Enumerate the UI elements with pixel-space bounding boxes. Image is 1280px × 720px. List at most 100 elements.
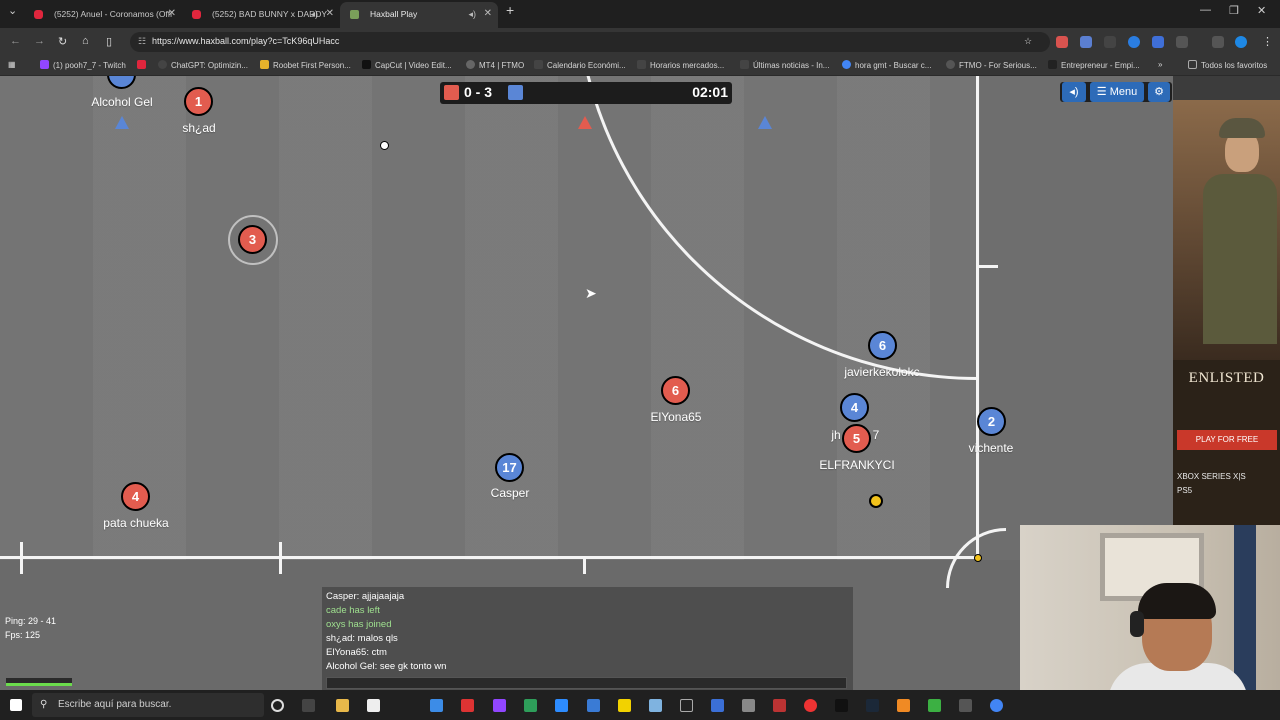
fps-readout: Fps: 125 (5, 630, 41, 640)
bookmarks-bar: ▦ (1) pooh7_7 - Twitch ChatGPT: Optimizi… (0, 56, 1280, 76)
sticky-notes-icon[interactable] (618, 699, 631, 712)
translate-icon[interactable] (1080, 36, 1092, 48)
app-icon[interactable] (897, 699, 910, 712)
sound-icon[interactable]: ◂) (1062, 82, 1086, 102)
browser-tab-bar: ⌄ (5252) Anuel - Coronamos (Offi ✕ (5252… (0, 0, 1280, 28)
chat-system-message: cade has left (326, 605, 380, 616)
restore-icon[interactable]: ❐ (1229, 4, 1239, 17)
app-icon[interactable] (773, 699, 786, 712)
url-text[interactable]: https://www.haxball.com/play?c=TcK96qUHa… (152, 36, 339, 46)
ad-banner[interactable]: ENLISTED PLAY FOR FREE XBOX SERIES X|S P… (1173, 100, 1280, 525)
edge-icon[interactable] (430, 699, 443, 712)
tab-bad-bunny[interactable]: (5252) BAD BUNNY x DADDY ◂) ✕ (182, 3, 340, 25)
mouse-cursor-icon: ➤ (585, 285, 597, 301)
more-menu-icon[interactable]: ⋮ (1262, 35, 1273, 48)
bookmark-item[interactable]: Roobet First Person... (260, 60, 351, 70)
omnibox[interactable]: ☷ https://www.haxball.com/play?c=TcK96qU… (130, 32, 1050, 52)
chat-input[interactable] (326, 677, 847, 689)
zoom-icon[interactable] (555, 699, 568, 712)
app-icon[interactable] (649, 699, 662, 712)
bookmark-item[interactable]: Entrepreneur - Empi... (1048, 60, 1140, 70)
bookmark-item[interactable]: (1) pooh7_7 - Twitch (40, 60, 126, 70)
bookmark-item[interactable]: Calendario Económi... (534, 60, 626, 70)
bookmark-item[interactable]: MT4 | FTMO (466, 60, 524, 70)
more-bookmarks-button[interactable]: » (1158, 60, 1162, 69)
site-info-icon[interactable]: ☷ (138, 36, 146, 47)
split-view-icon[interactable]: ▯ (106, 35, 112, 48)
haxball-game[interactable]: 0 - 3 02:01 ◂) ☰ Menu ⚙ Alcohol Gel 1 sh… (0, 76, 1173, 690)
notepad-icon[interactable] (367, 699, 380, 712)
minecraft-icon[interactable] (928, 699, 941, 712)
back-icon[interactable]: ← (10, 35, 21, 47)
app-icon[interactable] (959, 699, 972, 712)
tab-haxball[interactable]: Haxball Play ◂) ✕ (340, 2, 498, 28)
all-favorites-button[interactable]: Todos los favoritos (1188, 60, 1267, 70)
app-icon[interactable] (461, 699, 474, 712)
bookmark-label: Todos los favoritos (1201, 61, 1268, 70)
extension-icon[interactable] (1056, 36, 1068, 48)
tab-search-icon[interactable]: ⌄ (8, 4, 17, 17)
close-tab-icon[interactable]: ✕ (326, 3, 334, 25)
task-view-icon[interactable] (302, 699, 315, 712)
tab-anuel[interactable]: (5252) Anuel - Coronamos (Offi ✕ (24, 3, 182, 25)
bookmark-item[interactable]: CapCut | Video Edit... (362, 60, 452, 70)
minimize-icon[interactable]: — (1200, 4, 1211, 16)
app-icon[interactable] (587, 699, 600, 712)
steam-icon[interactable] (866, 699, 879, 712)
app-icon[interactable] (711, 699, 724, 712)
extension-icon[interactable] (1128, 36, 1140, 48)
globe-icon (466, 60, 475, 69)
app-icon[interactable] (524, 699, 537, 712)
profile-avatar[interactable] (1235, 36, 1247, 48)
extensions-puzzle-icon[interactable] (1176, 36, 1188, 48)
forward-icon[interactable]: → (34, 35, 45, 47)
chat-message: sh¿ad: malos qls (326, 633, 398, 644)
roobet-icon (260, 60, 269, 69)
taskbar-search[interactable]: ⚲ Escribe aquí para buscar. (32, 693, 264, 717)
downloads-icon[interactable] (1212, 36, 1224, 48)
speaker-icon: ◂) (310, 9, 318, 19)
gear-icon[interactable]: ⚙ (1148, 82, 1170, 102)
player-name: sh¿ad (182, 121, 216, 135)
extension-icon[interactable] (1104, 36, 1116, 48)
twitch-icon[interactable] (493, 699, 506, 712)
apps-grid-icon[interactable]: ▦ (8, 60, 16, 69)
close-tab-icon[interactable]: ✕ (168, 3, 176, 25)
opera-icon[interactable] (804, 699, 817, 712)
cortana-icon[interactable] (271, 699, 284, 712)
chat-message: ElYona65: ctm (326, 647, 387, 658)
player-name: ElYona65 (650, 410, 702, 424)
menu-button[interactable]: ☰ Menu (1090, 82, 1144, 102)
file-explorer-icon[interactable] (336, 699, 349, 712)
youtube-icon (192, 10, 201, 19)
bookmark-item[interactable] (137, 60, 150, 70)
windows-start-icon[interactable] (10, 699, 22, 711)
player-shad: 1 (184, 87, 213, 116)
extension-icon[interactable] (1152, 36, 1164, 48)
x-app-icon[interactable] (680, 699, 693, 712)
home-icon[interactable]: ⌂ (82, 35, 89, 47)
close-tab-icon[interactable]: ✕ (484, 2, 492, 26)
bookmark-item[interactable]: Horarios mercados... (637, 60, 724, 70)
sideline (0, 556, 980, 559)
webcam-curtain (1234, 525, 1256, 690)
player-name: ELFRANKYCI (819, 458, 895, 472)
chat-system-message: oxys has joined (326, 619, 392, 630)
bookmark-item[interactable]: ChatGPT: Optimizin... (158, 60, 248, 70)
ad-play-button[interactable]: PLAY FOR FREE (1177, 430, 1277, 450)
bookmark-label: Horarios mercados... (650, 61, 725, 70)
bookmark-item[interactable]: FTMO - For Serious... (946, 60, 1037, 70)
close-window-icon[interactable]: ✕ (1257, 4, 1266, 17)
tiktok-icon[interactable] (835, 699, 848, 712)
bookmark-star-icon[interactable]: ☆ (1024, 36, 1032, 47)
reload-icon[interactable]: ↻ (58, 35, 67, 48)
fps-graph (6, 678, 72, 686)
bookmark-item[interactable]: Últimas noticias - In... (740, 60, 829, 70)
ad-soldier-cap (1219, 118, 1265, 138)
settings-gear-icon[interactable] (742, 699, 755, 712)
chrome-icon[interactable] (990, 699, 1003, 712)
new-tab-button[interactable]: + (506, 2, 514, 18)
player-name: vichente (968, 441, 1014, 455)
bookmark-item[interactable]: hora gmt - Buscar c... (842, 60, 931, 70)
ad-cta-label: PLAY FOR FREE (1195, 435, 1259, 444)
